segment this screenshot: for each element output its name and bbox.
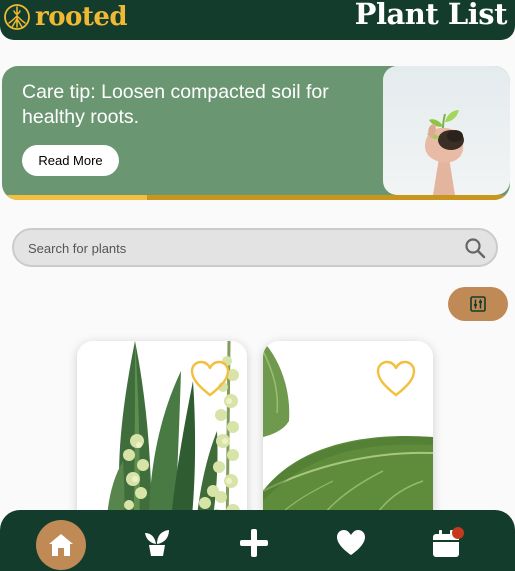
- app-header: rooted Plant List: [0, 0, 515, 40]
- bottom-navigation: [0, 510, 515, 571]
- heart-outline-icon[interactable]: [189, 359, 231, 399]
- search-input[interactable]: [28, 238, 448, 258]
- read-more-button[interactable]: Read More: [22, 145, 119, 176]
- nav-add-plant[interactable]: [229, 518, 279, 568]
- nav-home[interactable]: [36, 520, 86, 570]
- search-icon[interactable]: [464, 237, 486, 259]
- care-tip-banner: Care tip: Loosen compacted soil for heal…: [2, 66, 510, 200]
- care-tip-text: Care tip: Loosen compacted soil for heal…: [22, 81, 329, 128]
- soil-in-hand-photo: [383, 66, 510, 195]
- tip-progress-bar: [2, 195, 510, 200]
- notification-dot: [452, 527, 464, 539]
- filter-button[interactable]: [448, 287, 508, 321]
- potted-plant-icon: [145, 530, 169, 556]
- heart-icon: [337, 530, 365, 555]
- nav-plants[interactable]: [132, 518, 182, 568]
- sliders-icon: [470, 296, 486, 312]
- page-title: Plant List: [354, 0, 508, 31]
- app-logo[interactable]: rooted: [3, 2, 128, 32]
- logo-text: rooted: [35, 2, 128, 32]
- search-bar: [12, 228, 498, 267]
- calendar-icon: [433, 527, 464, 557]
- home-icon: [49, 534, 73, 556]
- roots-logo-icon: [4, 4, 30, 30]
- nav-favorites[interactable]: [326, 518, 376, 568]
- plus-icon: [240, 529, 268, 557]
- nav-calendar[interactable]: [423, 518, 473, 568]
- heart-outline-icon[interactable]: [375, 359, 417, 399]
- tip-progress-fill: [2, 195, 147, 200]
